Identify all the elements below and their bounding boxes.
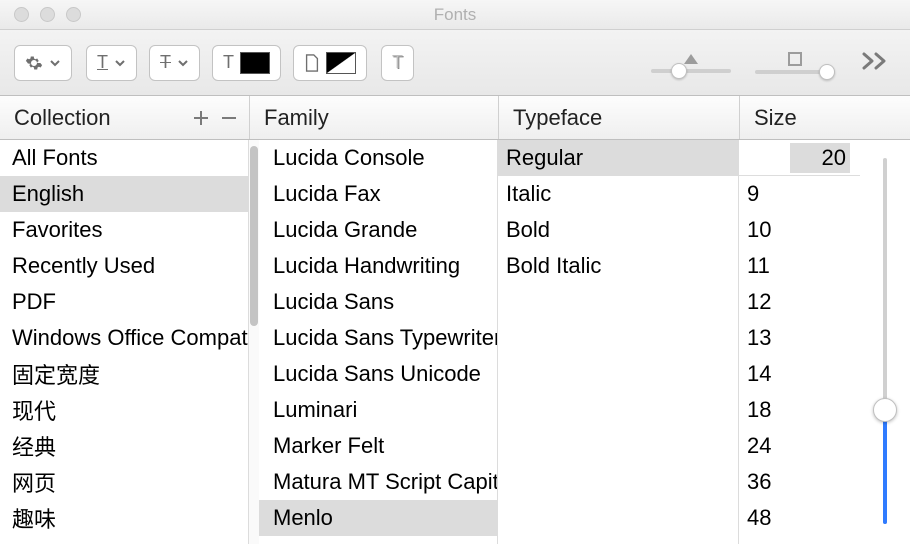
collection-item[interactable]: English [0,176,248,212]
typeface-item[interactable]: Italic [498,176,738,212]
toolbar: T T T T [0,30,910,96]
fonts-window: Fonts T T T T [0,0,910,544]
close-window-button[interactable] [14,7,29,22]
scrollbar-thumb[interactable] [250,146,258,326]
size-list[interactable]: 9101112131418243648 [739,176,860,536]
header-collection-label: Collection [14,105,191,131]
window-title: Fonts [0,5,910,25]
chevron-down-icon [49,57,61,69]
family-item[interactable]: Lucida Console [259,140,497,176]
family-item[interactable]: Lucida Grande [259,212,497,248]
size-item[interactable]: 24 [739,428,860,464]
minimize-window-button[interactable] [40,7,55,22]
size-item[interactable]: 9 [739,176,860,212]
typeface-item[interactable]: Bold [498,212,738,248]
size-column: 9101112131418243648 [739,140,910,544]
chevron-double-right-icon [860,51,890,71]
size-item[interactable]: 11 [739,248,860,284]
square-icon [788,52,802,66]
family-item[interactable]: Lucida Fax [259,176,497,212]
text-effects-button[interactable]: T [381,45,414,81]
collection-item[interactable]: Recently Used [0,248,248,284]
typeface-list[interactable]: RegularItalicBoldBold Italic [498,140,739,544]
text-color-button[interactable]: T [212,45,281,81]
triangle-icon [683,53,699,65]
shadow-blur-slider[interactable] [755,70,835,74]
header-family[interactable]: Family [249,96,498,139]
collection-item[interactable]: PDF [0,284,248,320]
family-item[interactable]: Luminari [259,392,497,428]
shadow-opacity-control [646,53,736,73]
size-item[interactable]: 18 [739,392,860,428]
document-color-button[interactable] [293,45,367,81]
strikethrough-button[interactable]: T [149,45,200,81]
underline-button[interactable]: T [86,45,137,81]
typeface-item[interactable]: Bold Italic [498,248,738,284]
minus-icon[interactable] [219,108,239,128]
shadow-blur-control [750,52,840,74]
chevron-down-icon [177,57,189,69]
typeface-item[interactable]: Regular [498,140,738,176]
text-color-icon: T [223,52,234,73]
size-item[interactable]: 14 [739,356,860,392]
size-item[interactable]: 10 [739,212,860,248]
window-controls [14,7,81,22]
family-list[interactable]: Lucida ConsoleLucida FaxLucida GrandeLuc… [249,140,498,544]
family-item[interactable]: Lucida Sans [259,284,497,320]
size-slider[interactable] [860,140,910,544]
family-item[interactable]: Marker Felt [259,428,497,464]
family-item[interactable]: Menlo [259,500,497,536]
chevron-down-icon [114,57,126,69]
size-input-wrap [739,140,860,176]
size-item[interactable]: 36 [739,464,860,500]
collection-item[interactable]: Favorites [0,212,248,248]
color-swatch-none [326,52,356,74]
color-swatch-black [240,52,270,74]
collection-item[interactable]: 经典 [0,428,248,464]
content-area: All FontsEnglishFavoritesRecently UsedPD… [0,140,910,544]
titlebar: Fonts [0,0,910,30]
text-shadow-icon: T [392,52,403,73]
zoom-window-button[interactable] [66,7,81,22]
collection-item[interactable]: 网页 [0,464,248,500]
header-typeface[interactable]: Typeface [498,96,739,139]
header-collection[interactable]: Collection [0,96,249,139]
family-item[interactable]: Lucida Sans Unicode [259,356,497,392]
size-item[interactable]: 48 [739,500,860,536]
size-item[interactable]: 12 [739,284,860,320]
action-menu-button[interactable] [14,45,72,81]
page-icon [304,54,320,72]
family-item[interactable]: Lucida Sans Typewriter [259,320,497,356]
size-input[interactable] [790,143,850,173]
collection-list[interactable]: All FontsEnglishFavoritesRecently UsedPD… [0,140,249,544]
toolbar-overflow-button[interactable] [854,47,896,78]
family-item[interactable]: Lucida Handwriting [259,248,497,284]
scrollbar-track[interactable] [249,140,259,544]
header-size[interactable]: Size [739,96,910,139]
size-item[interactable]: 13 [739,320,860,356]
collection-item[interactable]: 现代 [0,392,248,428]
collection-item[interactable]: Windows Office Compatible [0,320,248,356]
shadow-opacity-slider[interactable] [651,69,731,73]
underline-icon: T [97,52,108,73]
size-slider-thumb[interactable] [873,398,897,422]
plus-icon[interactable] [191,108,211,128]
column-headers: Collection Family Typeface Size [0,96,910,140]
strikethrough-icon: T [160,52,171,73]
family-item[interactable]: Matura MT Script Capitals [259,464,497,500]
collection-item[interactable]: 固定宽度 [0,356,248,392]
gear-icon [25,54,43,72]
collection-item[interactable]: 趣味 [0,500,248,536]
collection-item[interactable]: All Fonts [0,140,248,176]
